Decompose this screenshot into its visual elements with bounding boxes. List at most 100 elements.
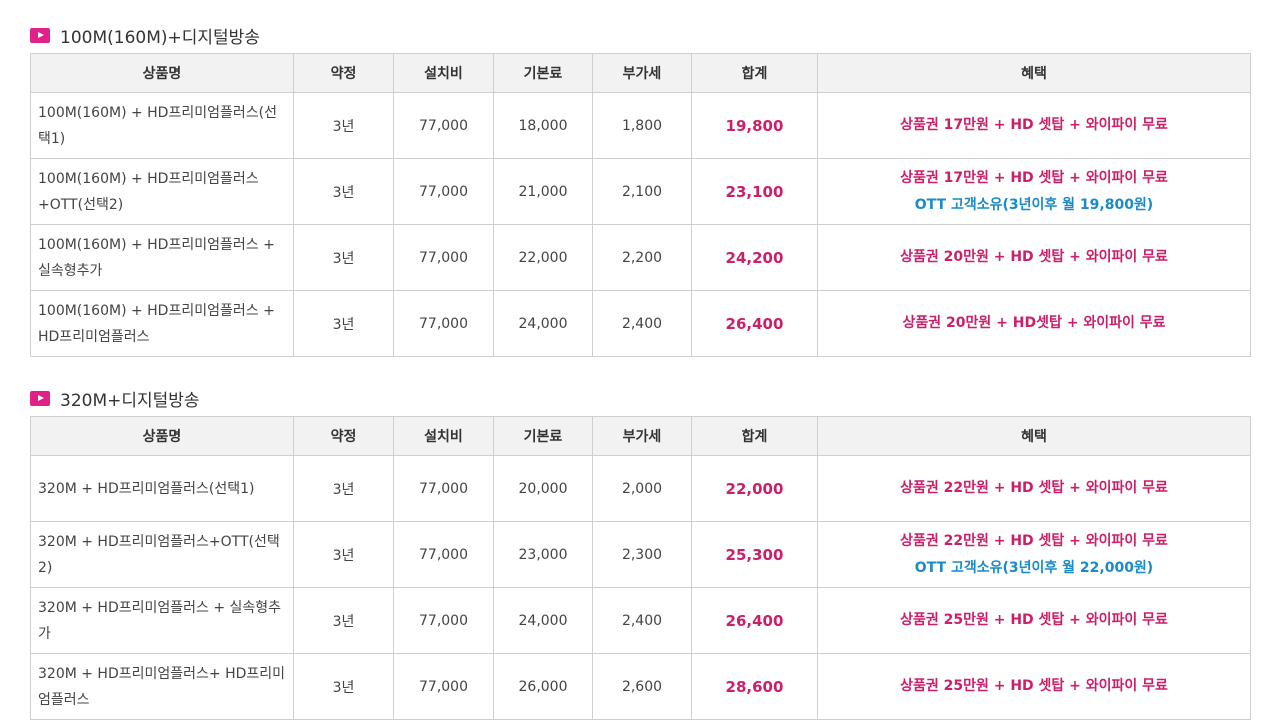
header-total: 합계 [691,53,818,93]
header-install-fee: 설치비 [393,416,494,456]
base-fee: 24,000 [493,587,593,654]
section-title-text: 100M(160M)+디지털방송 [60,27,260,48]
table-row: 100M(160M) + HD프리미엄플러스 + HD프리미엄플러스 3년 77… [30,290,1251,357]
table-row: 100M(160M) + HD프리미엄플러스+OTT(선택2) 3년 77,00… [30,158,1251,225]
table-row: 100M(160M) + HD프리미엄플러스(선택1) 3년 77,000 18… [30,92,1251,159]
product-name: 100M(160M) + HD프리미엄플러스(선택1) [30,92,294,159]
header-vat: 부가세 [592,416,692,456]
header-product-name: 상품명 [30,416,294,456]
total: 19,800 [691,92,818,159]
term: 3년 [293,92,394,159]
header-benefit: 혜택 [817,53,1251,93]
base-fee: 23,000 [493,521,593,588]
benefit: 상품권 20만원 + HD 셋탑 + 와이파이 무료 [817,224,1251,291]
term: 3년 [293,521,394,588]
benefit-main: 상품권 20만원 + HD셋탑 + 와이파이 무료 [902,315,1166,331]
table-row: 320M + HD프리미엄플러스(선택1) 3년 77,000 20,000 2… [30,455,1251,522]
table-row: 320M + HD프리미엄플러스+ HD프리미엄플러스 3년 77,000 26… [30,653,1251,720]
install-fee: 77,000 [393,158,494,225]
benefit-main: 상품권 20만원 + HD 셋탑 + 와이파이 무료 [900,249,1168,265]
total: 22,000 [691,455,818,522]
benefit: 상품권 22만원 + HD 셋탑 + 와이파이 무료 OTT 고객소유(3년이후… [817,521,1251,588]
benefit-main: 상품권 22만원 + HD 셋탑 + 와이파이 무료 [900,480,1168,496]
total: 26,400 [691,290,818,357]
header-vat: 부가세 [592,53,692,93]
base-fee: 22,000 [493,224,593,291]
vat: 2,400 [592,290,692,357]
table-row: 320M + HD프리미엄플러스+OTT(선택2) 3년 77,000 23,0… [30,521,1251,588]
vat: 2,300 [592,521,692,588]
total: 28,600 [691,653,818,720]
term: 3년 [293,587,394,654]
price-table-320m: 상품명 약정 설치비 기본료 부가세 합계 혜택 320M + HD프리미엄플러… [30,416,1251,720]
benefit: 상품권 17만원 + HD 셋탑 + 와이파이 무료 OTT 고객소유(3년이후… [817,158,1251,225]
price-table-100m: 상품명 약정 설치비 기본료 부가세 합계 혜택 100M(160M) + HD… [30,53,1251,357]
product-name: 320M + HD프리미엄플러스+ HD프리미엄플러스 [30,653,294,720]
table-header-row: 상품명 약정 설치비 기본료 부가세 합계 혜택 [30,416,1251,456]
base-fee: 24,000 [493,290,593,357]
benefit-main: 상품권 25만원 + HD 셋탑 + 와이파이 무료 [900,612,1168,628]
header-total: 합계 [691,416,818,456]
product-name: 320M + HD프리미엄플러스+OTT(선택2) [30,521,294,588]
header-base-fee: 기본료 [493,53,593,93]
install-fee: 77,000 [393,455,494,522]
table-row: 100M(160M) + HD프리미엄플러스 + 실속형추가 3년 77,000… [30,224,1251,291]
vat: 2,000 [592,455,692,522]
base-fee: 26,000 [493,653,593,720]
install-fee: 77,000 [393,587,494,654]
header-install-fee: 설치비 [393,53,494,93]
total: 24,200 [691,224,818,291]
term: 3년 [293,290,394,357]
benefit: 상품권 25만원 + HD 셋탑 + 와이파이 무료 [817,587,1251,654]
header-benefit: 혜택 [817,416,1251,456]
install-fee: 77,000 [393,224,494,291]
header-term: 약정 [293,53,394,93]
vat: 1,800 [592,92,692,159]
term: 3년 [293,224,394,291]
vat: 2,200 [592,224,692,291]
benefit: 상품권 22만원 + HD 셋탑 + 와이파이 무료 [817,455,1251,522]
header-product-name: 상품명 [30,53,294,93]
vat: 2,400 [592,587,692,654]
play-icon [30,27,50,43]
table-header-row: 상품명 약정 설치비 기본료 부가세 합계 혜택 [30,53,1251,93]
install-fee: 77,000 [393,92,494,159]
product-name: 100M(160M) + HD프리미엄플러스 + 실속형추가 [30,224,294,291]
total: 23,100 [691,158,818,225]
term: 3년 [293,653,394,720]
table-row: 320M + HD프리미엄플러스 + 실속형추가 3년 77,000 24,00… [30,587,1251,654]
section-title-text: 320M+디지털방송 [60,390,200,411]
play-icon [30,390,50,406]
benefit-main: 상품권 22만원 + HD 셋탑 + 와이파이 무료 [900,532,1168,549]
product-name: 100M(160M) + HD프리미엄플러스 + HD프리미엄플러스 [30,290,294,357]
vat: 2,100 [592,158,692,225]
term: 3년 [293,455,394,522]
benefit-ott: OTT 고객소유(3년이후 월 19,800원) [914,196,1154,213]
benefit-ott: OTT 고객소유(3년이후 월 22,000원) [914,559,1154,576]
total: 25,300 [691,521,818,588]
header-term: 약정 [293,416,394,456]
section-100m: 100M(160M)+디지털방송 상품명 약정 설치비 기본료 부가세 합계 혜… [30,20,1251,357]
vat: 2,600 [592,653,692,720]
product-name: 320M + HD프리미엄플러스(선택1) [30,455,294,522]
install-fee: 77,000 [393,290,494,357]
product-name: 320M + HD프리미엄플러스 + 실속형추가 [30,587,294,654]
section-title: 100M(160M)+디지털방송 [30,20,1250,50]
benefit: 상품권 17만원 + HD 셋탑 + 와이파이 무료 [817,92,1251,159]
benefit-main: 상품권 25만원 + HD 셋탑 + 와이파이 무료 [900,678,1168,694]
total: 26,400 [691,587,818,654]
product-name: 100M(160M) + HD프리미엄플러스+OTT(선택2) [30,158,294,225]
header-base-fee: 기본료 [493,416,593,456]
benefit: 상품권 20만원 + HD셋탑 + 와이파이 무료 [817,290,1251,357]
benefit-main: 상품권 17만원 + HD 셋탑 + 와이파이 무료 [900,169,1168,186]
benefit: 상품권 25만원 + HD 셋탑 + 와이파이 무료 [817,653,1251,720]
section-320m: 320M+디지털방송 상품명 약정 설치비 기본료 부가세 합계 혜택 320M… [30,383,1251,720]
benefit-main: 상품권 17만원 + HD 셋탑 + 와이파이 무료 [900,117,1168,133]
install-fee: 77,000 [393,521,494,588]
section-title: 320M+디지털방송 [30,383,1250,413]
base-fee: 18,000 [493,92,593,159]
term: 3년 [293,158,394,225]
base-fee: 21,000 [493,158,593,225]
base-fee: 20,000 [493,455,593,522]
install-fee: 77,000 [393,653,494,720]
